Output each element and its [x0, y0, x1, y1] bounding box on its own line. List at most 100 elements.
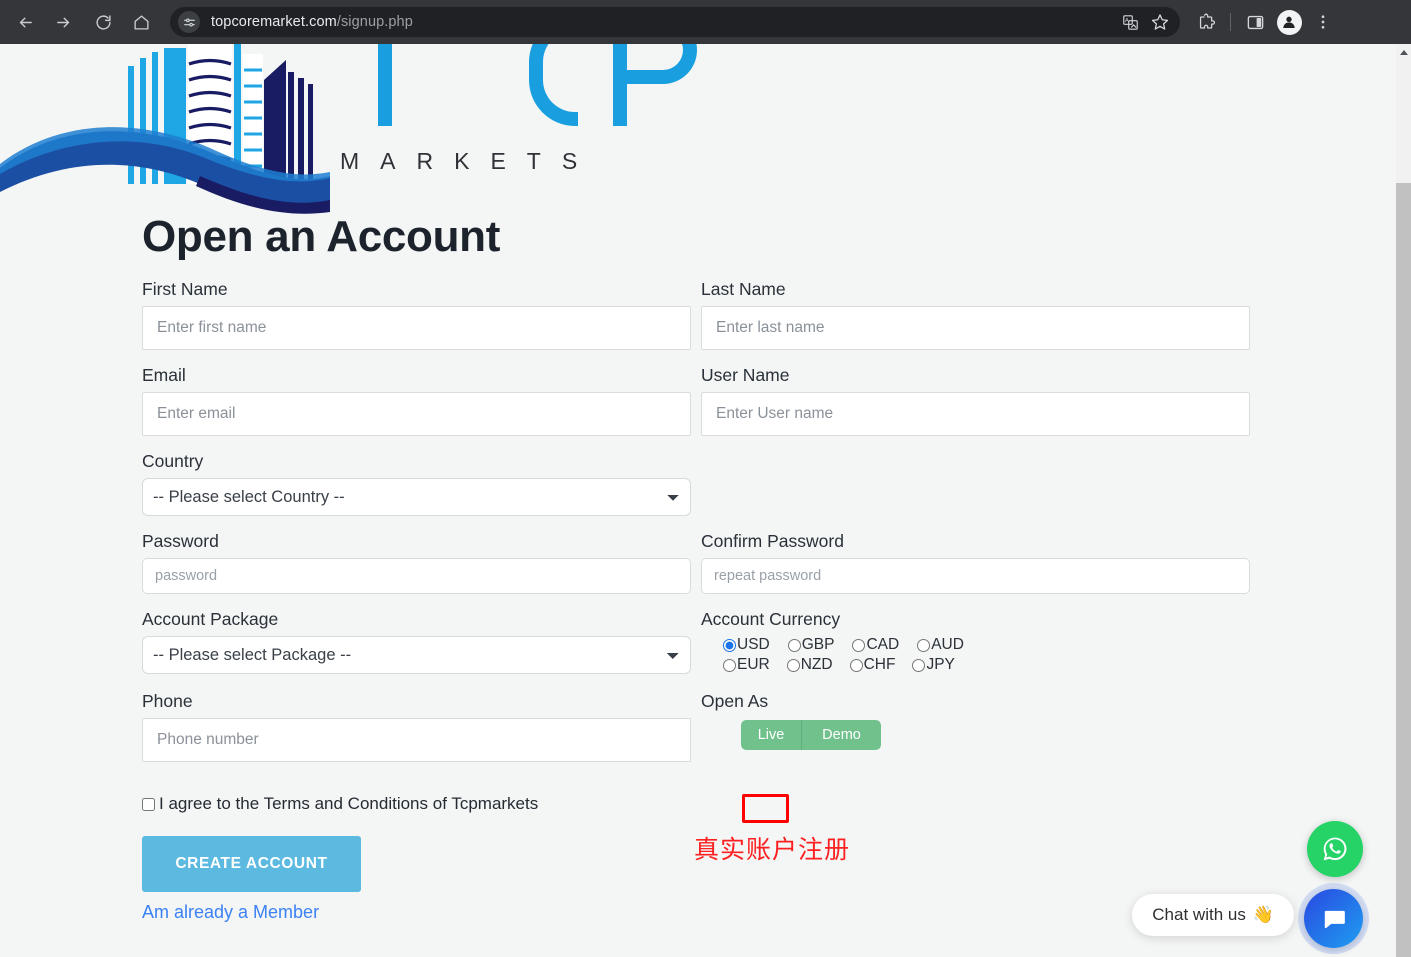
form-row-package-currency: Account Package -- Please select Package… — [142, 608, 1252, 690]
password-input[interactable] — [142, 558, 691, 594]
browser-toolbar: topcoremarket.com/signup.php A — [0, 0, 1411, 44]
field-open-as: Open As Live Demo — [701, 690, 1250, 762]
currency-option-chf[interactable]: CHF — [849, 656, 896, 674]
whatsapp-icon — [1323, 837, 1347, 861]
translate-icon[interactable]: A — [1116, 8, 1144, 36]
email-input[interactable] — [142, 392, 691, 436]
currency-option-nzd[interactable]: NZD — [786, 656, 833, 674]
field-password: Password — [142, 530, 691, 594]
already-member-link[interactable]: Am already a Member — [142, 902, 1252, 923]
scrollbar-thumb[interactable] — [1396, 183, 1411, 957]
open-as-live-button[interactable]: Live — [741, 720, 801, 750]
field-account-package: Account Package -- Please select Package… — [142, 608, 691, 676]
form-row-phone-openas: Phone Open As Live Demo — [142, 690, 1252, 776]
country-label: Country — [142, 451, 204, 471]
currency-option-eur[interactable]: EUR — [723, 656, 770, 674]
page-viewport: MARKETS Open an Account First Name Last … — [0, 44, 1396, 957]
currency-radio-gbp[interactable] — [787, 638, 801, 652]
currency-row-1: USD GBP CAD AUD — [701, 636, 1250, 654]
url-domain: topcoremarket.com — [211, 14, 337, 30]
split-panel-icon[interactable] — [1239, 6, 1271, 38]
livechat-button[interactable] — [1304, 889, 1363, 948]
currency-label-cad: CAD — [866, 636, 900, 653]
currency-radio-usd[interactable] — [723, 638, 736, 652]
currency-label-aud: AUD — [931, 636, 964, 653]
currency-radio-eur[interactable] — [723, 658, 736, 672]
phone-input[interactable] — [142, 718, 691, 762]
form-row-names: First Name Last Name — [142, 278, 1252, 364]
star-icon[interactable] — [1146, 8, 1174, 36]
chat-bubble-icon — [1323, 910, 1345, 928]
last-name-label: Last Name — [701, 279, 786, 299]
chat-tooltip-text: Chat with us — [1152, 905, 1246, 924]
currency-radio-group: USD GBP CAD AUD EUR NZD CHF JPY — [701, 636, 1250, 674]
field-account-currency: Account Currency USD GBP CAD AUD EUR NZD… — [701, 608, 1250, 676]
email-label: Email — [142, 365, 186, 385]
page-scrollbar[interactable] — [1396, 44, 1411, 957]
currency-option-gbp[interactable]: GBP — [787, 636, 834, 654]
form-row-email-user: Email User Name — [142, 364, 1252, 450]
account-package-label: Account Package — [142, 609, 279, 629]
currency-option-aud[interactable]: AUD — [917, 636, 964, 654]
confirm-password-input[interactable] — [701, 558, 1250, 594]
chat-tooltip[interactable]: Chat with us 👋 — [1132, 894, 1294, 936]
currency-option-jpy[interactable]: JPY — [912, 656, 955, 674]
country-select[interactable]: -- Please select Country -- — [142, 478, 691, 516]
chrome-toolbar-right — [1190, 6, 1339, 38]
create-account-button[interactable]: CREATE ACCOUNT — [142, 836, 361, 892]
currency-label-usd: USD — [737, 636, 770, 653]
field-user-name: User Name — [701, 364, 1250, 436]
user-name-input[interactable] — [701, 392, 1250, 436]
currency-option-cad[interactable]: CAD — [852, 636, 899, 654]
reload-icon[interactable] — [86, 5, 120, 39]
password-label: Password — [142, 531, 219, 551]
field-last-name: Last Name — [701, 278, 1250, 350]
currency-radio-chf[interactable] — [849, 658, 863, 672]
waving-hand-icon: 👋 — [1252, 905, 1274, 924]
terms-checkbox[interactable] — [142, 797, 155, 811]
svg-text:A: A — [1124, 18, 1128, 24]
currency-radio-cad[interactable] — [852, 638, 866, 652]
field-confirm-password: Confirm Password — [701, 530, 1250, 594]
url-text: topcoremarket.com/signup.php — [211, 14, 413, 30]
account-package-select[interactable]: -- Please select Package -- — [142, 636, 691, 674]
logo-tagline: MARKETS — [340, 148, 598, 174]
field-phone: Phone — [142, 690, 691, 762]
puzzle-icon[interactable] — [1190, 6, 1222, 38]
currency-label-eur: EUR — [737, 656, 770, 673]
whatsapp-button[interactable] — [1307, 821, 1363, 877]
last-name-input[interactable] — [701, 306, 1250, 350]
signup-form: Open an Account First Name Last Name Ema… — [142, 212, 1252, 923]
currency-label-chf: CHF — [863, 656, 896, 673]
currency-radio-aud[interactable] — [917, 638, 931, 652]
page-settings-icon[interactable] — [178, 11, 200, 33]
currency-option-usd[interactable]: USD — [723, 636, 770, 654]
field-first-name: First Name — [142, 278, 691, 350]
open-as-demo-button[interactable]: Demo — [801, 720, 881, 750]
person-avatar-icon[interactable] — [1273, 6, 1305, 38]
currency-radio-jpy[interactable] — [912, 658, 926, 672]
currency-radio-nzd[interactable] — [786, 658, 800, 672]
currency-row-2: EUR NZD CHF JPY — [701, 656, 1250, 674]
site-logo: MARKETS — [0, 44, 720, 221]
page-title: Open an Account — [142, 212, 501, 261]
address-bar[interactable]: topcoremarket.com/signup.php A — [170, 7, 1180, 37]
account-currency-label: Account Currency — [701, 609, 841, 629]
forward-icon[interactable] — [46, 5, 80, 39]
form-row-passwords: Password Confirm Password — [142, 530, 1252, 608]
phone-label: Phone — [142, 691, 193, 711]
field-email: Email — [142, 364, 691, 436]
home-icon[interactable] — [124, 5, 158, 39]
terms-label: I agree to the Terms and Conditions of T… — [159, 794, 539, 813]
omnibox-actions: A — [1116, 7, 1174, 37]
scroll-up-arrow[interactable] — [1396, 44, 1411, 60]
first-name-input[interactable] — [142, 306, 691, 350]
three-dot-menu-icon[interactable] — [1307, 6, 1339, 38]
back-icon[interactable] — [8, 5, 42, 39]
currency-label-nzd: NZD — [800, 656, 833, 673]
annotation-text: 真实账户注册 — [694, 835, 851, 864]
url-path: /signup.php — [336, 14, 413, 30]
form-row-country: Country -- Please select Country -- — [142, 450, 1252, 530]
terms-row: I agree to the Terms and Conditions of T… — [142, 794, 1252, 814]
toolbar-divider — [1230, 13, 1231, 31]
